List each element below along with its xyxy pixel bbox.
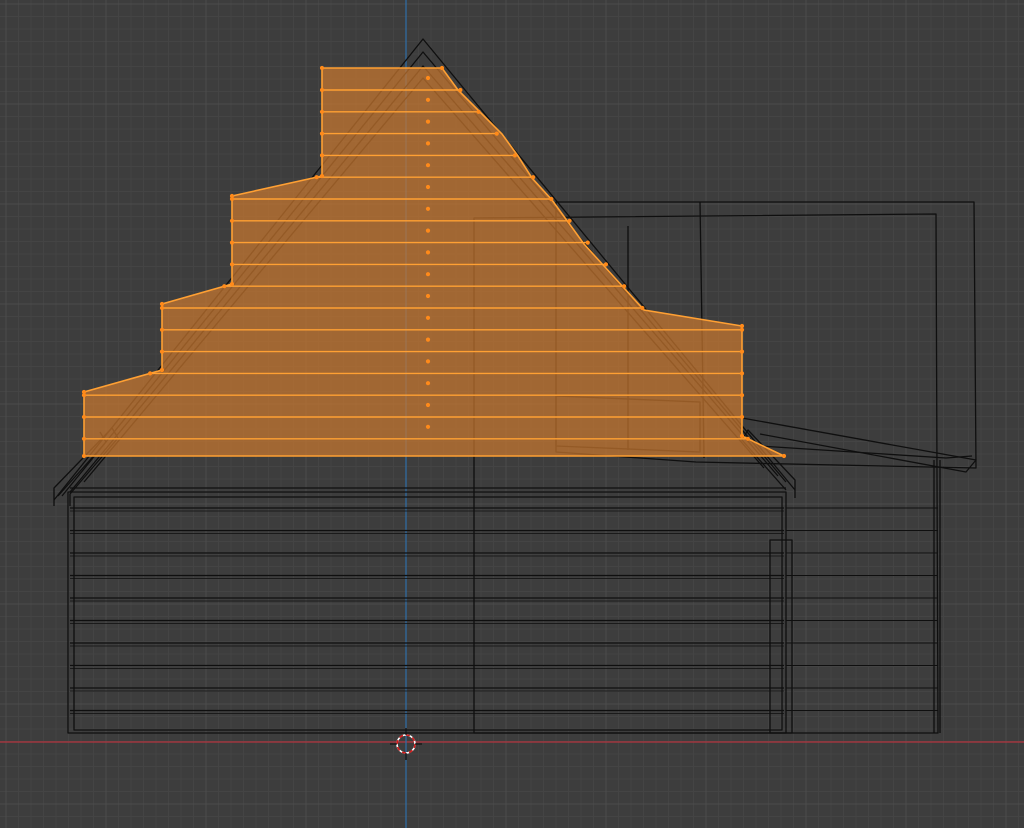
vertex-dot-icon[interactable] (229, 218, 235, 223)
3d-viewport[interactable] (0, 0, 1024, 828)
vertex-dot-icon[interactable] (229, 262, 235, 267)
vertex-dot-icon[interactable] (314, 175, 319, 180)
vertex-dot-icon[interactable] (739, 327, 745, 332)
vertex-dot-icon[interactable] (159, 327, 165, 332)
main-wall-outline (67, 491, 787, 734)
vertex-dot-icon[interactable] (425, 184, 431, 190)
vertex-dot-icon[interactable] (739, 323, 745, 329)
vertex-dot-icon[interactable] (494, 131, 499, 136)
vertex-dot-icon[interactable] (222, 284, 227, 289)
right-wing-roof-2 (759, 445, 973, 459)
vertex-dot-icon[interactable] (425, 206, 431, 211)
vertex-dot-icon[interactable] (739, 371, 745, 376)
vertex-dot-icon[interactable] (425, 402, 431, 408)
vertex-dot-icon[interactable] (739, 414, 745, 420)
vertex-dot-icon[interactable] (476, 109, 481, 114)
vertex-dot-icon[interactable] (319, 65, 325, 71)
vertex-dot-icon[interactable] (549, 196, 554, 202)
vertex-dot-icon[interactable] (319, 153, 325, 158)
vertex-dot-icon[interactable] (439, 65, 445, 71)
vertex-dot-icon[interactable] (425, 97, 431, 102)
vertex-dot-icon[interactable] (81, 389, 87, 395)
vertex-dot-icon[interactable] (739, 433, 745, 439)
vertex-dot-icon[interactable] (425, 75, 431, 81)
vertex-dot-icon[interactable] (148, 371, 153, 376)
vertex-dot-icon[interactable] (425, 293, 431, 299)
vertex-dot-icon[interactable] (640, 305, 645, 311)
vertex-dot-icon[interactable] (567, 218, 572, 223)
vertex-dot-icon[interactable] (159, 367, 165, 373)
vertex-dot-icon[interactable] (622, 284, 627, 289)
vertex-dot-icon[interactable] (425, 337, 431, 342)
main-wall-inner-outline (73, 496, 783, 731)
vertex-dot-icon[interactable] (512, 153, 518, 158)
vertex-dot-icon[interactable] (425, 424, 431, 429)
vertex-dot-icon[interactable] (425, 315, 431, 320)
right-wing-siding (786, 507, 938, 712)
vertex-dot-icon[interactable] (425, 141, 431, 146)
vertex-dot-icon[interactable] (229, 240, 235, 245)
vertex-dot-icon[interactable] (319, 87, 325, 93)
vertex-dot-icon[interactable] (603, 262, 609, 267)
vertex-dot-icon[interactable] (745, 436, 750, 441)
viewport-canvas[interactable] (0, 0, 1024, 828)
vertex-dot-icon[interactable] (585, 240, 590, 245)
vertex-dot-icon[interactable] (319, 173, 325, 179)
vertex-dot-icon[interactable] (159, 305, 165, 311)
vertex-dot-icon[interactable] (425, 119, 431, 124)
vertex-dot-icon[interactable] (425, 250, 431, 255)
vertex-dot-icon[interactable] (458, 87, 463, 93)
vertex-dot-icon[interactable] (425, 228, 431, 233)
vertex-dot-icon[interactable] (781, 453, 787, 459)
selected-gable-siding[interactable] (81, 65, 787, 459)
vertex-dot-icon[interactable] (739, 393, 745, 398)
vertex-dot-icon[interactable] (159, 301, 165, 307)
wall-siding-boards (70, 507, 784, 714)
vertex-dot-icon[interactable] (319, 131, 325, 136)
vertex-dot-icon[interactable] (425, 381, 431, 386)
vertex-dot-icon[interactable] (81, 436, 87, 441)
vertex-dot-icon[interactable] (159, 349, 165, 354)
vertex-dot-icon[interactable] (81, 453, 87, 459)
vertex-dot-icon[interactable] (425, 163, 431, 168)
selection-face-fill[interactable] (84, 68, 784, 456)
vertex-dot-icon[interactable] (425, 359, 431, 364)
vertex-dot-icon[interactable] (81, 414, 87, 420)
vertex-dot-icon[interactable] (531, 175, 536, 180)
vertex-dot-icon[interactable] (319, 109, 325, 114)
vertex-dot-icon[interactable] (739, 349, 745, 354)
vertex-dot-icon[interactable] (229, 281, 235, 287)
vertex-dot-icon[interactable] (229, 193, 235, 199)
vertex-dot-icon[interactable] (425, 272, 431, 277)
